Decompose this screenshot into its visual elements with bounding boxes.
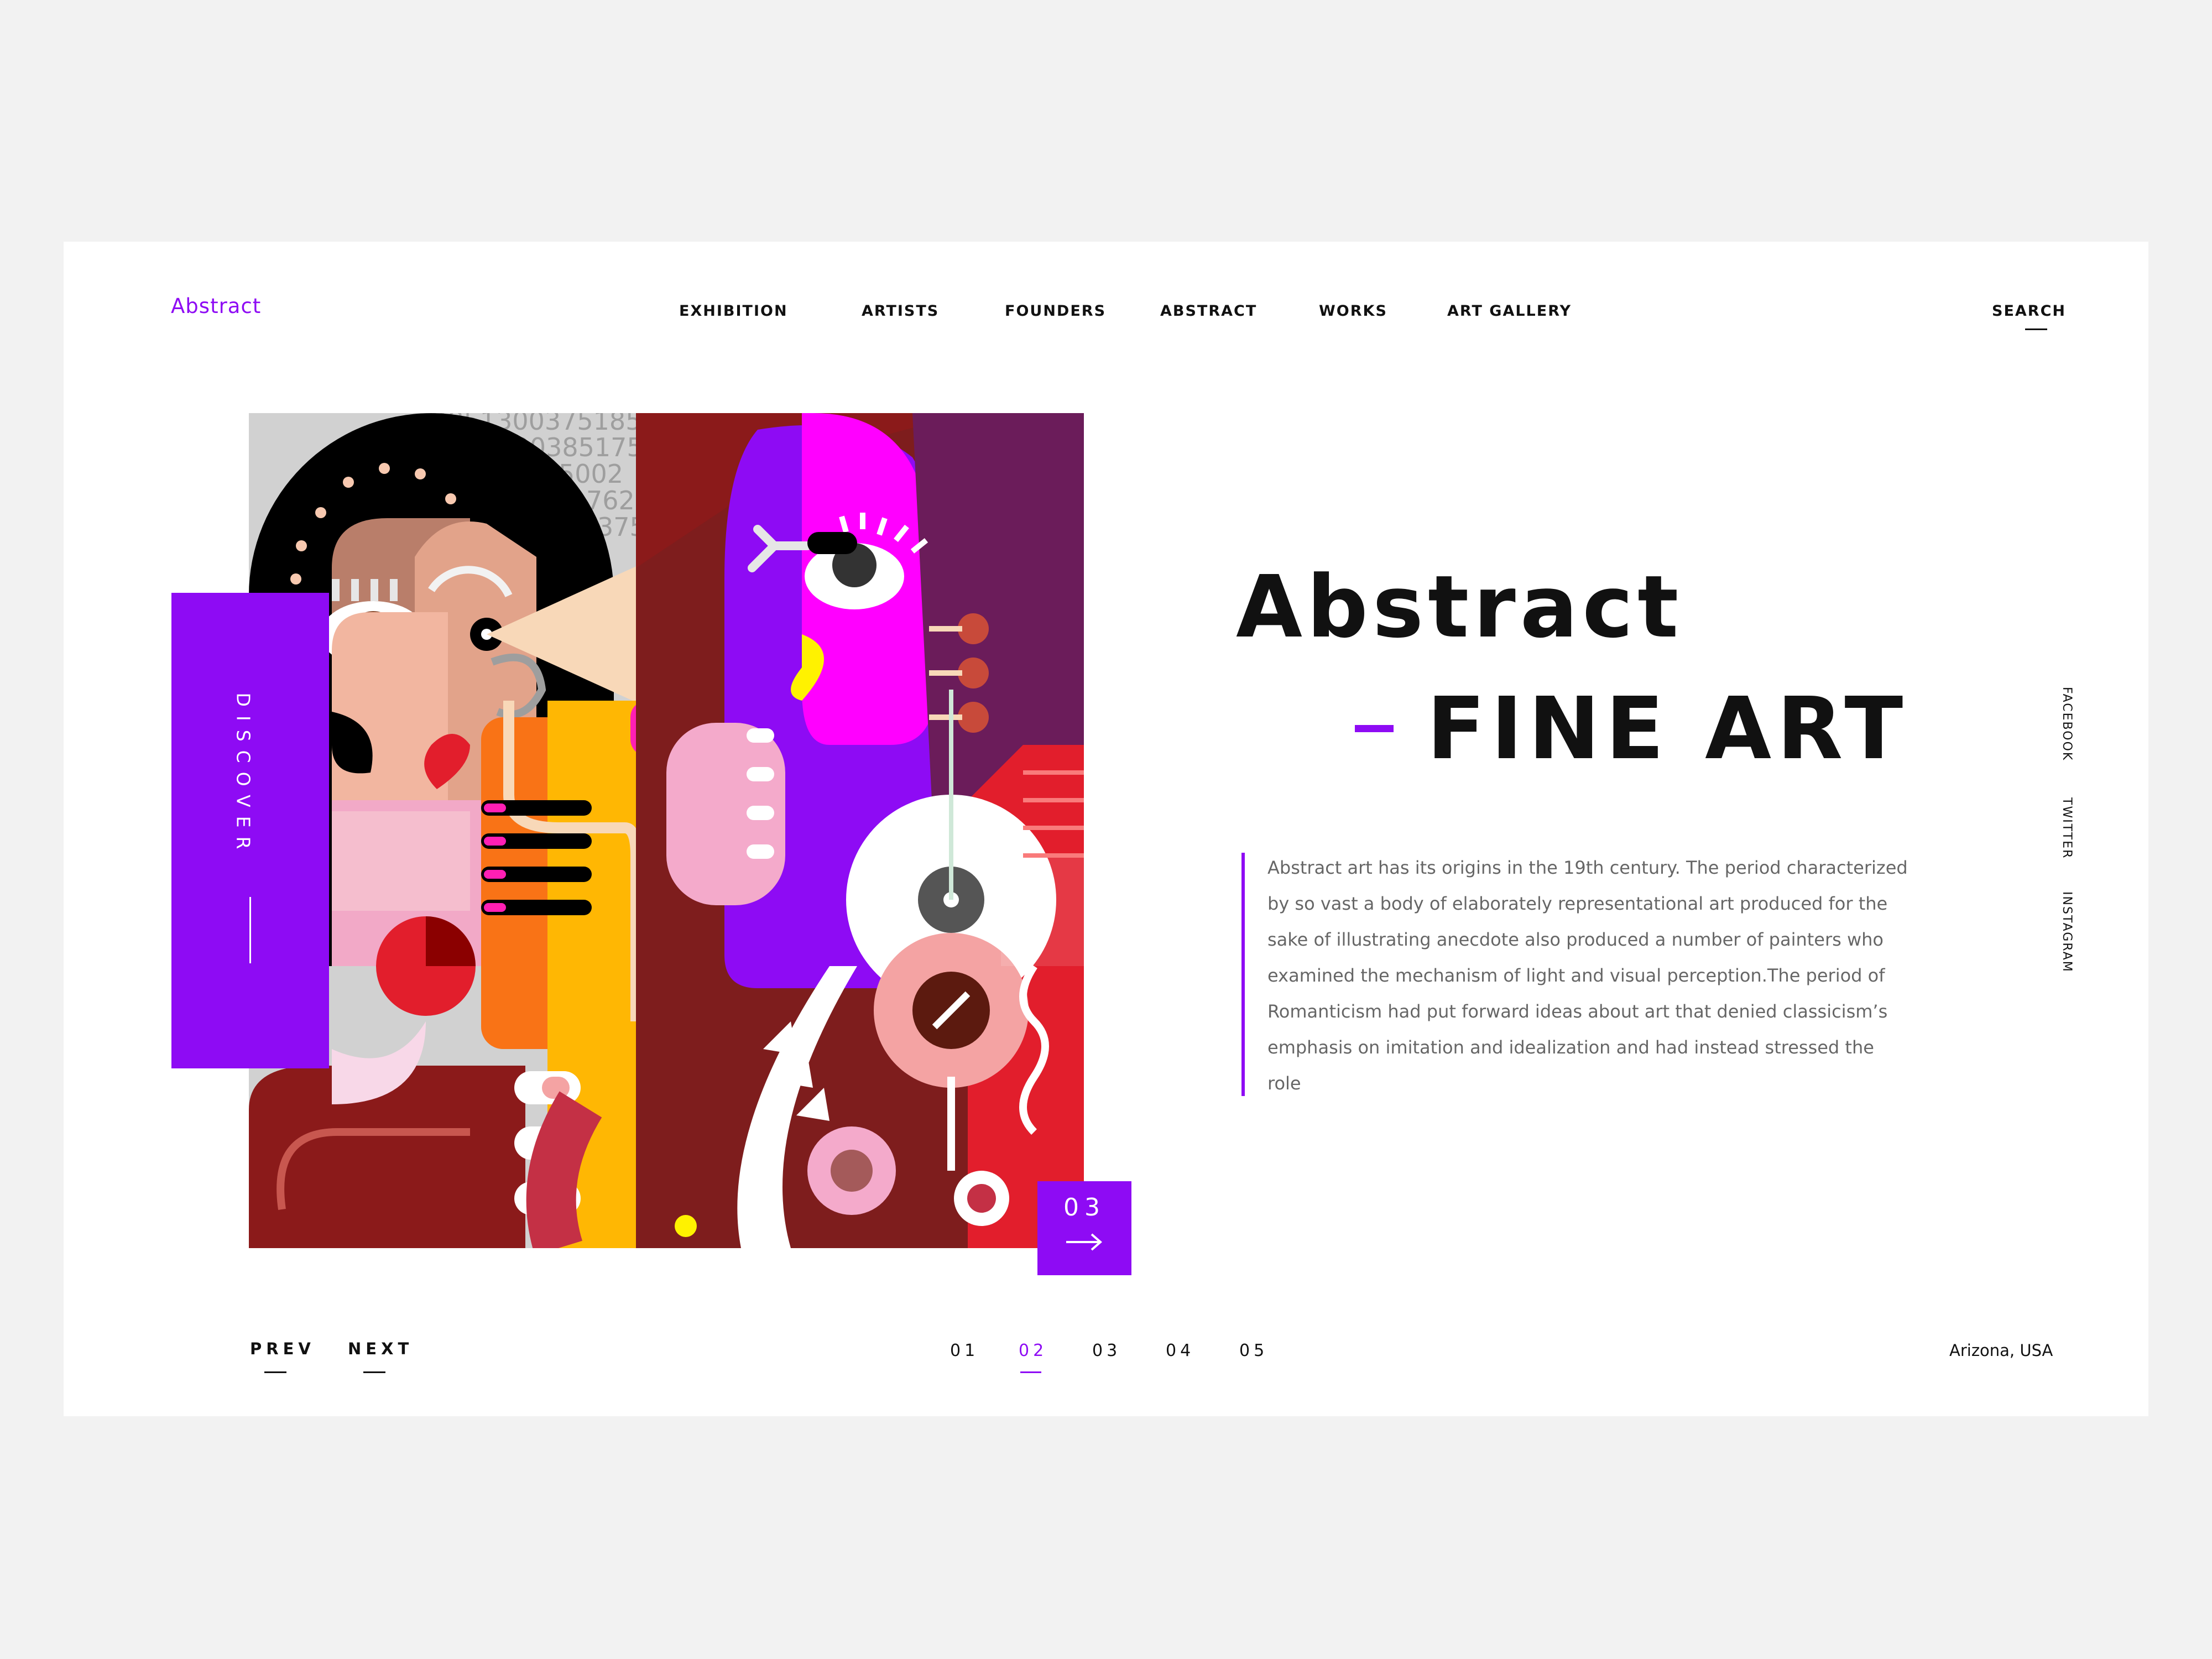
- location-text: Arizona, USA: [1949, 1341, 2053, 1360]
- nav-works[interactable]: WORKS: [1319, 302, 1387, 320]
- search-underline: [2025, 328, 2047, 330]
- nav-art-gallery[interactable]: ART GALLERY: [1447, 302, 1572, 320]
- hero-title-line2: FINE ART: [1427, 679, 1909, 779]
- hero-description: Abstract art has its origins in the 19th…: [1267, 857, 1908, 1094]
- next-button[interactable]: NEXT: [348, 1339, 413, 1358]
- arrow-right-icon: [1065, 1232, 1104, 1254]
- nav-artists[interactable]: ARTISTS: [862, 302, 939, 320]
- page-03[interactable]: 03: [1092, 1341, 1121, 1360]
- slide-number: 03: [1063, 1193, 1105, 1222]
- page-01[interactable]: 01: [950, 1341, 979, 1360]
- discover-label[interactable]: DISCOVER: [233, 693, 254, 858]
- artwork-illustration: 2851300375185002 7620385175 5002 762 375: [249, 413, 1084, 1248]
- nav-exhibition[interactable]: EXHIBITION: [679, 302, 788, 320]
- page-04[interactable]: 04: [1166, 1341, 1194, 1360]
- page-05[interactable]: 05: [1239, 1341, 1268, 1360]
- next-slide-button[interactable]: 03: [1037, 1181, 1131, 1275]
- social-instagram[interactable]: INSTAGRAM: [2060, 891, 2074, 973]
- description-accent-bar: [1241, 853, 1245, 1096]
- nav-founders[interactable]: FOUNDERS: [1005, 302, 1106, 320]
- search-link[interactable]: SEARCH: [1992, 302, 2066, 320]
- main-card: Abstract EXHIBITION ARTISTS FOUNDERS ABS…: [64, 242, 2148, 1416]
- artwork-digits-4: 762: [586, 486, 635, 515]
- social-twitter[interactable]: TWITTER: [2060, 797, 2074, 859]
- hero-title-line1: Abstract: [1236, 557, 1683, 657]
- next-underline: [363, 1371, 385, 1373]
- page-02[interactable]: 02: [1019, 1341, 1047, 1360]
- discover-line: [249, 897, 251, 963]
- nav-abstract[interactable]: ABSTRACT: [1160, 302, 1257, 320]
- social-facebook[interactable]: FACEBOOK: [2060, 687, 2074, 761]
- discover-panel[interactable]: DISCOVER: [171, 593, 329, 1068]
- prev-button[interactable]: PREV: [250, 1339, 315, 1358]
- active-page-underline: [1020, 1371, 1041, 1373]
- brand-logo[interactable]: Abstract: [171, 294, 261, 318]
- title-dash: [1355, 725, 1394, 732]
- prev-underline: [264, 1371, 286, 1373]
- abstract-artwork: 2851300375185002 7620385175 5002 762 375: [249, 413, 1084, 1248]
